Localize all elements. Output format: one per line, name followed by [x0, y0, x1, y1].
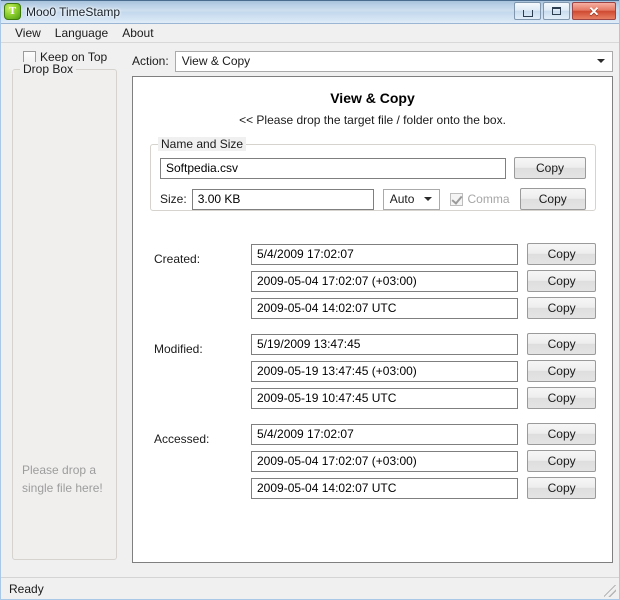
window-controls: ✕	[514, 2, 616, 20]
copy-created-utc-button[interactable]: Copy	[527, 297, 596, 319]
modified-group: Modified: 5/19/2009 13:47:45 Copy 2009-0…	[150, 333, 596, 414]
name-and-size-group: Name and Size Softpedia.csv Copy Size: 3…	[150, 137, 596, 211]
comma-label: Comma	[467, 192, 510, 206]
created-value-utc[interactable]: 2009-05-04 14:02:07 UTC	[251, 297, 519, 319]
modified-value-local[interactable]: 5/19/2009 13:47:45	[251, 333, 519, 355]
copy-created-offset-button[interactable]: Copy	[527, 270, 596, 292]
modified-value-utc[interactable]: 2009-05-19 10:47:45 UTC	[251, 387, 519, 409]
size-label: Size:	[160, 192, 187, 206]
maximize-icon	[552, 7, 561, 15]
created-value-local[interactable]: 5/4/2009 17:02:07	[251, 243, 519, 265]
copy-size-button[interactable]: Copy	[519, 188, 586, 210]
resize-grip-icon[interactable]	[604, 585, 616, 597]
created-row-local: 5/4/2009 17:02:07 Copy	[251, 243, 596, 265]
main-panel: View & Copy << Please drop the target fi…	[132, 76, 613, 563]
accessed-row-offset: 2009-05-04 17:02:07 (+03:00) Copy	[251, 450, 596, 472]
size-unit-select[interactable]: Auto	[382, 188, 441, 210]
copy-name-button[interactable]: Copy	[514, 157, 586, 179]
panel-subtitle: << Please drop the target file / folder …	[239, 113, 506, 127]
window-title: Moo0 TimeStamp	[26, 4, 121, 19]
accessed-value-utc[interactable]: 2009-05-04 14:02:07 UTC	[251, 477, 519, 499]
size-unit-value: Auto	[389, 191, 415, 206]
comma-checkbox	[450, 192, 464, 206]
drop-box-title: Drop Box	[20, 62, 77, 76]
file-size-row: Size: 3.00 KB Auto Comma Copy	[160, 188, 586, 210]
accessed-group: Accessed: 5/4/2009 17:02:07 Copy 2009-05…	[150, 423, 596, 504]
file-name-row: Softpedia.csv Copy	[160, 157, 586, 179]
modified-value-offset[interactable]: 2009-05-19 13:47:45 (+03:00)	[251, 360, 519, 382]
maximize-button[interactable]	[543, 2, 570, 20]
accessed-row-utc: 2009-05-04 14:02:07 UTC Copy	[251, 477, 596, 499]
app-logo-icon: T	[4, 3, 21, 20]
modified-row-utc: 2009-05-19 10:47:45 UTC Copy	[251, 387, 596, 409]
action-select[interactable]: View & Copy	[174, 50, 613, 72]
created-group: Created: 5/4/2009 17:02:07 Copy 2009-05-…	[150, 243, 596, 324]
copy-accessed-utc-button[interactable]: Copy	[527, 477, 596, 499]
name-and-size-title: Name and Size	[158, 137, 247, 151]
file-size-field[interactable]: 3.00 KB	[191, 188, 374, 210]
menu-bar: View Language About	[1, 24, 619, 43]
panel-title: View & Copy	[330, 90, 415, 106]
status-bar: Ready	[1, 577, 619, 599]
app-window: T Moo0 TimeStamp ✕ View Language About K…	[0, 0, 620, 600]
copy-modified-offset-button[interactable]: Copy	[527, 360, 596, 382]
close-icon: ✕	[588, 3, 600, 19]
created-row-offset: 2009-05-04 17:02:07 (+03:00) Copy	[251, 270, 596, 292]
copy-modified-utc-button[interactable]: Copy	[527, 387, 596, 409]
accessed-value-local[interactable]: 5/4/2009 17:02:07	[251, 423, 519, 445]
created-row-utc: 2009-05-04 14:02:07 UTC Copy	[251, 297, 596, 319]
copy-accessed-local-button[interactable]: Copy	[527, 423, 596, 445]
menu-item-view[interactable]: View	[8, 25, 48, 42]
minimize-icon	[522, 9, 533, 17]
created-label: Created:	[154, 252, 201, 266]
keep-on-top-row[interactable]: Keep on Top	[1, 44, 128, 64]
copy-modified-local-button[interactable]: Copy	[527, 333, 596, 355]
file-name-field[interactable]: Softpedia.csv	[160, 157, 506, 179]
close-button[interactable]: ✕	[572, 2, 616, 20]
action-label: Action:	[132, 54, 169, 68]
action-selected-value: View & Copy	[181, 54, 251, 68]
title-bar: T Moo0 TimeStamp ✕	[1, 0, 619, 24]
sidebar: Keep on Top Drop Box Please drop a singl…	[1, 44, 128, 572]
status-text: Ready	[9, 581, 44, 596]
modified-label: Modified:	[154, 342, 203, 356]
comma-option: Comma	[450, 192, 510, 206]
chevron-down-icon	[597, 59, 605, 63]
drop-box-placeholder: Please drop a single file here!	[22, 463, 103, 495]
accessed-row-local: 5/4/2009 17:02:07 Copy	[251, 423, 596, 445]
copy-accessed-offset-button[interactable]: Copy	[527, 450, 596, 472]
accessed-label: Accessed:	[154, 432, 210, 446]
drop-box-area[interactable]: Drop Box Please drop a single file here!	[12, 62, 117, 560]
menu-item-about[interactable]: About	[115, 25, 160, 42]
action-row: Action: View & Copy	[132, 50, 613, 72]
created-value-offset[interactable]: 2009-05-04 17:02:07 (+03:00)	[251, 270, 519, 292]
modified-row-offset: 2009-05-19 13:47:45 (+03:00) Copy	[251, 360, 596, 382]
minimize-button[interactable]	[514, 2, 541, 20]
chevron-down-icon	[424, 197, 433, 201]
copy-created-local-button[interactable]: Copy	[527, 243, 596, 265]
accessed-value-offset[interactable]: 2009-05-04 17:02:07 (+03:00)	[251, 450, 519, 472]
menu-item-language[interactable]: Language	[48, 25, 115, 42]
modified-row-local: 5/19/2009 13:47:45 Copy	[251, 333, 596, 355]
